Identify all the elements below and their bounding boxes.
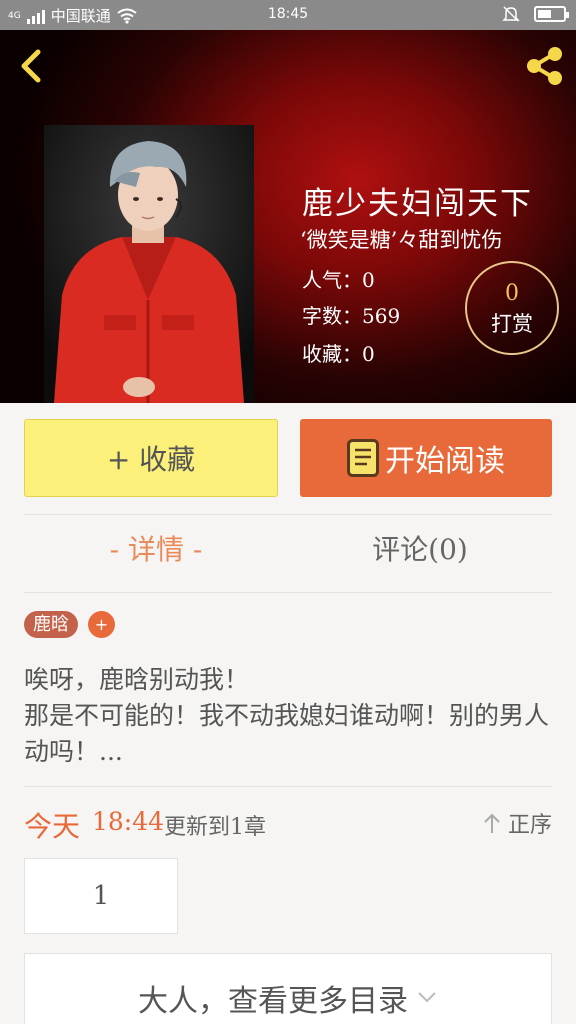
status-bar: 4G 中国联通 18:45 [0,0,576,30]
start-reading-button[interactable]: 开始阅读 [300,419,552,497]
book-author[interactable]: ‘微笑是糖’々甜到忧伤 [300,224,502,254]
status-right [502,5,569,23]
book-description[interactable]: 唉呀，鹿晗别动我！ 那是不可能的！我不动我媳妇谁动啊！别的男人动吗！... [24,662,552,770]
cover-illustration [44,125,254,403]
status-time: 18:45 [267,6,309,22]
mute-icon [502,6,520,22]
description-line: 唉呀，鹿晗别动我！ [24,665,250,694]
stat-favorites: 收藏：0 [302,342,375,366]
reward-count: 0 [505,281,519,306]
start-reading-label: 开始阅读 [385,444,505,479]
tab-comments[interactable]: 评论(0) [288,528,552,568]
book-cover[interactable] [44,125,254,403]
chapter-item[interactable]: 1 [24,858,178,934]
chevron-down-icon [418,992,436,1003]
divider [24,592,552,593]
view-more-catalog-label: 大人，查看更多目录 [138,984,408,1019]
update-time: 18:44 [92,807,165,836]
back-arrow-icon[interactable] [14,46,54,86]
book-icon [347,439,379,477]
favorite-button[interactable]: + 收藏 [24,419,278,497]
up-arrow-icon [484,813,500,833]
add-tag-button[interactable]: + [88,611,115,638]
sort-order-button[interactable]: 正序 [482,807,552,839]
battery-icon [534,6,569,22]
update-text: 更新到1章 [164,815,266,840]
tab-details[interactable]: - 详情 - [24,528,288,568]
update-day: 今天 [24,810,81,843]
reward-button[interactable]: 0 打赏 [465,261,559,355]
divider [24,786,552,787]
share-icon[interactable] [522,44,566,88]
sort-order-label: 正序 [507,813,552,838]
tag-luhan[interactable]: 鹿晗 [24,611,78,638]
update-info: 今天 18:44 更新到1章 正序 [24,805,552,843]
stat-popularity: 人气：0 [302,268,375,292]
book-header: 鹿少夫妇闯天下 ‘微笑是糖’々甜到忧伤 人气：0 字数：569 收藏：0 0 打… [0,30,576,403]
description-line: 那是不可能的！我不动我媳妇谁动啊！别的男人动吗！... [24,701,550,766]
stat-word-count: 字数：569 [302,304,401,328]
book-title: 鹿少夫妇闯天下 [302,186,533,222]
favorite-label: + 收藏 [106,443,196,476]
view-more-catalog-button[interactable]: 大人，查看更多目录 [24,953,552,1024]
battery-level [538,10,552,18]
reward-label: 打赏 [491,312,533,336]
divider [24,514,552,515]
